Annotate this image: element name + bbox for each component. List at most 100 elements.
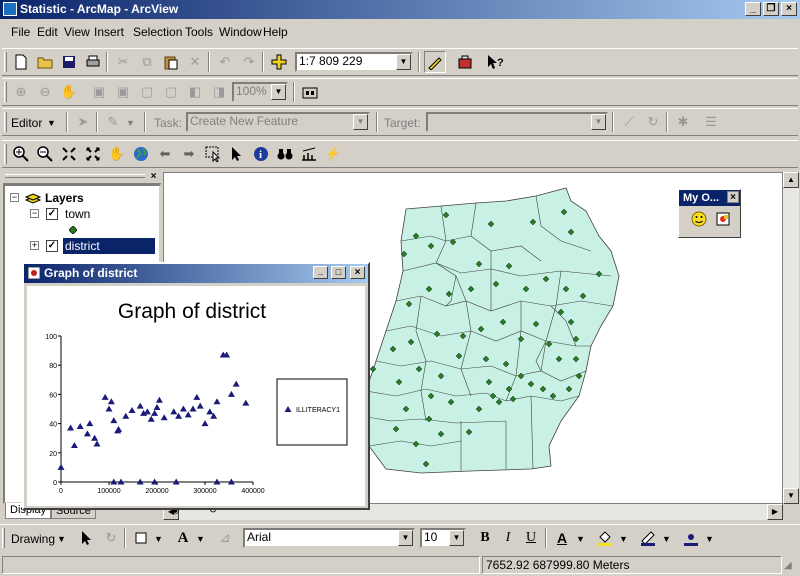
select-elements-icon[interactable] (76, 527, 98, 549)
copy-icon[interactable]: ⧉ (136, 51, 158, 73)
zoom-out-icon[interactable] (34, 143, 56, 165)
map-vertical-scrollbar[interactable]: ▲ ▼ (783, 172, 799, 504)
graph-maximize-button[interactable]: □ (331, 266, 346, 279)
town-visibility-checkbox[interactable]: ✓ (46, 208, 58, 220)
chevron-down-icon[interactable]: ▼ (396, 54, 411, 70)
scroll-up-icon[interactable]: ▲ (783, 172, 799, 188)
custom-toolbar-title-bar[interactable]: My O... × (679, 190, 740, 206)
menu-window[interactable]: Window (219, 25, 262, 39)
go-forward-extent-icon[interactable]: ◨ (208, 81, 230, 103)
menu-file[interactable]: File (11, 25, 30, 39)
chevron-down-icon[interactable]: ▼ (591, 114, 606, 130)
toc-close-icon[interactable]: × (148, 172, 159, 183)
chevron-down-icon[interactable]: ▼ (398, 530, 413, 546)
new-text-icon[interactable]: A (172, 527, 194, 549)
underline-button[interactable]: U (520, 527, 542, 549)
layout-zoom-in-icon[interactable]: ⊕ (10, 81, 32, 103)
collapse-icon[interactable]: − (30, 209, 39, 218)
toc-district-row[interactable]: + ✓ district (5, 238, 155, 254)
chevron-down-icon[interactable]: ▼ (196, 534, 205, 544)
chevron-down-icon[interactable]: ▼ (154, 534, 163, 544)
layout-zoom-field[interactable]: 100% ▼ (232, 82, 288, 102)
smiley-tool-icon[interactable] (691, 211, 707, 230)
print-icon[interactable] (82, 51, 104, 73)
restore-button[interactable]: ❐ (763, 2, 779, 16)
menu-help[interactable]: Help (263, 25, 288, 39)
go-forward-extent-icon[interactable]: ➡ (178, 143, 200, 165)
edit-vertices-icon[interactable]: ⊿ (214, 527, 236, 549)
select-features-icon[interactable] (202, 143, 224, 165)
full-extent-icon[interactable] (130, 143, 152, 165)
fixed-zoom-in-icon[interactable] (58, 143, 80, 165)
identify-icon[interactable]: i (250, 143, 272, 165)
custom-command-icon[interactable] (715, 211, 731, 230)
zoom-100-icon[interactable]: ▣ (112, 81, 134, 103)
bold-button[interactable]: B (474, 527, 496, 549)
fill-color-icon[interactable] (594, 527, 616, 549)
sketch-tool-icon[interactable]: ✎ (102, 111, 124, 133)
pan-icon[interactable]: ✋ (106, 143, 128, 165)
menu-tools[interactable]: Tools (185, 25, 213, 39)
italic-button[interactable]: I (497, 527, 519, 549)
chevron-down-icon[interactable]: ▼ (576, 534, 585, 544)
fixed-zoom-out-icon[interactable] (82, 143, 104, 165)
font-size-select[interactable]: 10 ▼ (420, 528, 466, 548)
undo-icon[interactable]: ↶ (214, 51, 236, 73)
redo-icon[interactable]: ↷ (238, 51, 260, 73)
open-folder-icon[interactable] (34, 51, 56, 73)
font-color-icon[interactable]: A (551, 527, 573, 549)
chevron-down-icon[interactable]: ▼ (705, 534, 714, 544)
fixed-zoom-in-icon[interactable]: ▢ (136, 81, 158, 103)
drawing-menu[interactable]: Drawing (11, 532, 55, 546)
editor-menu[interactable]: Editor (11, 116, 42, 130)
go-back-extent-icon[interactable]: ◧ (184, 81, 206, 103)
expand-icon[interactable]: + (30, 241, 39, 250)
menu-view[interactable]: View (64, 25, 90, 39)
zoom-whole-page-icon[interactable]: ▣ (88, 81, 110, 103)
new-document-icon[interactable] (10, 51, 32, 73)
select-elements-icon[interactable] (226, 143, 248, 165)
zoom-in-icon[interactable] (10, 143, 32, 165)
marker-color-icon[interactable] (680, 527, 702, 549)
scroll-down-icon[interactable]: ▼ (783, 488, 799, 504)
resize-grip-icon[interactable]: ◢ (784, 560, 798, 574)
toggle-draft-mode-icon[interactable] (299, 81, 321, 103)
sketch-properties-icon[interactable]: ✱ (672, 111, 694, 133)
graph-window-title-bar[interactable]: Graph of district _ □ × (24, 264, 368, 283)
rotate-element-icon[interactable]: ↻ (100, 527, 122, 549)
scroll-right-icon[interactable]: ▶ (767, 504, 783, 520)
graph-close-button[interactable]: × (350, 266, 365, 279)
menu-edit[interactable]: Edit (37, 25, 58, 39)
fixed-zoom-out-icon[interactable]: ▢ (160, 81, 182, 103)
minimize-button[interactable]: _ (745, 2, 761, 16)
go-back-extent-icon[interactable]: ⬅ (154, 143, 176, 165)
edit-tool-icon[interactable]: ➤ (72, 111, 94, 133)
layout-pan-icon[interactable]: ✋ (58, 81, 80, 103)
arctoolbox-icon[interactable] (454, 51, 476, 73)
close-button[interactable]: × (781, 2, 797, 16)
district-visibility-checkbox[interactable]: ✓ (46, 240, 58, 252)
find-binoculars-icon[interactable] (274, 143, 296, 165)
collapse-icon[interactable]: − (10, 193, 19, 202)
line-color-icon[interactable] (637, 527, 659, 549)
delete-icon[interactable]: ✕ (184, 51, 206, 73)
font-name-select[interactable]: Arial ▼ (243, 528, 415, 548)
custom-toolbar-close-icon[interactable]: × (727, 191, 739, 203)
paste-icon[interactable] (160, 51, 182, 73)
chevron-down-icon[interactable]: ▼ (449, 530, 464, 546)
add-data-icon[interactable] (268, 51, 290, 73)
cut-icon[interactable]: ✂ (112, 51, 134, 73)
target-select[interactable]: ▼ (426, 112, 608, 132)
attributes-icon[interactable]: ☰ (700, 111, 722, 133)
chevron-down-icon[interactable]: ▼ (126, 118, 135, 128)
chevron-down-icon[interactable]: ▼ (353, 114, 368, 130)
map-scale-field[interactable]: 1:7 809 229 ▼ (295, 52, 413, 72)
chevron-down-icon[interactable]: ▼ (662, 534, 671, 544)
whats-this-help-icon[interactable]: ? (484, 51, 506, 73)
measure-icon[interactable] (298, 143, 320, 165)
menu-insert[interactable]: Insert (94, 25, 124, 39)
save-icon[interactable] (58, 51, 80, 73)
new-rectangle-icon[interactable] (130, 527, 152, 549)
chevron-down-icon[interactable]: ▼ (619, 534, 628, 544)
hyperlink-lightning-icon[interactable]: ⚡ (322, 143, 344, 165)
